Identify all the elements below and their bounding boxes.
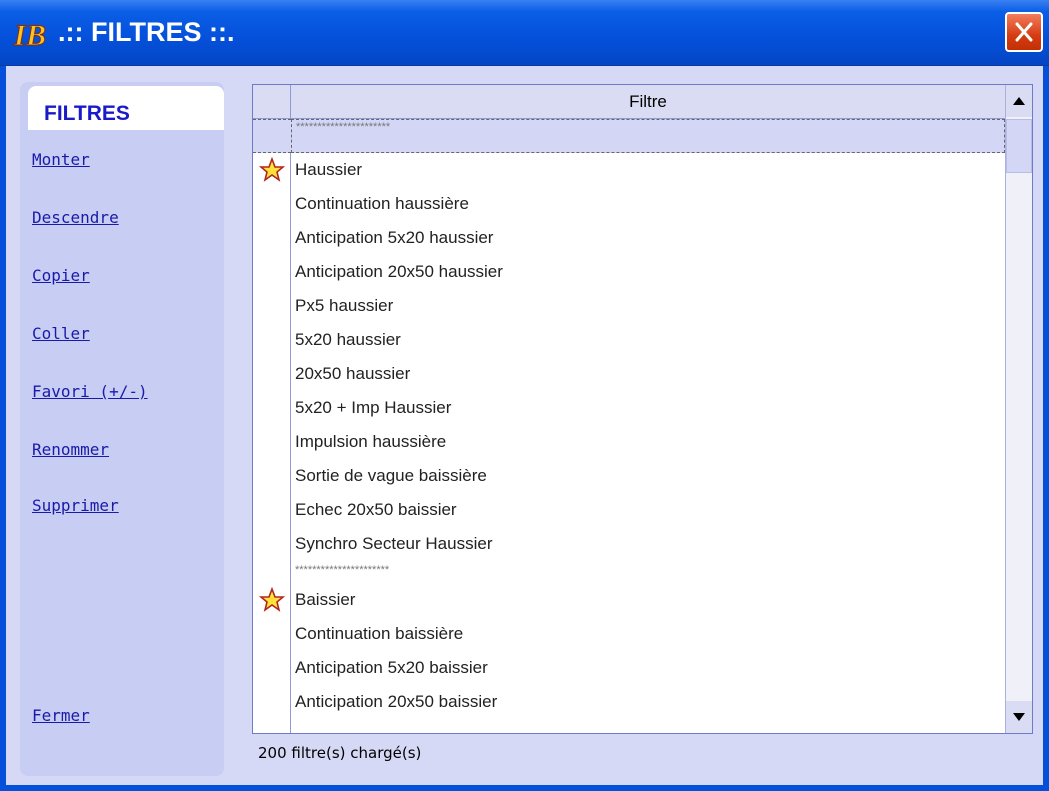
nav-panel: FILTRES Monter Descendre Copier Coller F…	[20, 82, 224, 776]
filter-grid[interactable]: Filtre ********************** Haussier Con…	[252, 84, 1033, 734]
scroll-down-button[interactable]	[1006, 701, 1032, 733]
table-row[interactable]: Continuation haussière	[291, 187, 1005, 221]
separator-row[interactable]: **********************	[291, 119, 1005, 153]
window-border	[0, 66, 6, 791]
column-header-filtre[interactable]: Filtre	[291, 85, 1005, 119]
scroll-up-button[interactable]	[1006, 85, 1032, 117]
selected-row-gutter	[253, 119, 291, 153]
arrow-up-icon	[1013, 97, 1025, 105]
favori-link[interactable]: Favori (+/-)	[32, 382, 148, 401]
app-logo-icon: I B	[13, 19, 47, 53]
close-x-icon	[1015, 22, 1033, 42]
table-row[interactable]: 5x20 + Imp Haussier	[291, 391, 1005, 425]
vertical-scrollbar[interactable]	[1005, 85, 1032, 733]
title-bar: I B .:: FILTRES ::.	[0, 0, 1049, 66]
table-row[interactable]: Synchro Secteur Haussier	[291, 527, 1005, 561]
window-border	[0, 785, 1049, 791]
svg-text:I: I	[13, 19, 27, 52]
monter-link[interactable]: Monter	[32, 150, 90, 169]
window-border	[1043, 66, 1049, 791]
status-text: 200 filtre(s) chargé(s)	[258, 744, 422, 762]
separator-row[interactable]: **********************	[291, 561, 1005, 583]
coller-link[interactable]: Coller	[32, 324, 90, 343]
table-row[interactable]: Sortie de vague baissière	[291, 459, 1005, 493]
table-row[interactable]: 5x20 haussier	[291, 323, 1005, 357]
table-row[interactable]: 20x50 haussier	[291, 357, 1005, 391]
descendre-link[interactable]: Descendre	[32, 208, 119, 227]
copier-link[interactable]: Copier	[32, 266, 90, 285]
table-row[interactable]: Haussier	[291, 153, 1005, 187]
nav-title: FILTRES	[44, 102, 130, 125]
table-row[interactable]: Anticipation 20x50 baissier	[291, 685, 1005, 719]
row-gutter	[253, 119, 291, 733]
svg-text:B: B	[25, 19, 46, 52]
table-row[interactable]: Px5 haussier	[291, 289, 1005, 323]
favorite-star-icon	[259, 587, 285, 612]
window-title: .:: FILTRES ::.	[58, 17, 235, 47]
table-row[interactable]: Echec 20x50 baissier	[291, 493, 1005, 527]
nav-header: FILTRES	[28, 86, 224, 130]
grid-header-gutter	[253, 85, 291, 119]
table-row[interactable]: Impulsion haussière	[291, 425, 1005, 459]
supprimer-link[interactable]: Supprimer	[32, 496, 119, 515]
arrow-down-icon	[1013, 713, 1025, 721]
fermer-link[interactable]: Fermer	[32, 706, 90, 725]
renommer-link[interactable]: Renommer	[32, 440, 109, 459]
scroll-thumb[interactable]	[1006, 119, 1032, 173]
table-row[interactable]: Anticipation 20x50 haussier	[291, 255, 1005, 289]
close-button[interactable]	[1005, 12, 1043, 52]
table-row[interactable]: Anticipation 5x20 haussier	[291, 221, 1005, 255]
table-row[interactable]: Continuation baissière	[291, 617, 1005, 651]
favorite-star-icon	[259, 157, 285, 182]
table-row[interactable]: Baissier	[291, 583, 1005, 617]
table-row[interactable]: Anticipation 5x20 baissier	[291, 651, 1005, 685]
